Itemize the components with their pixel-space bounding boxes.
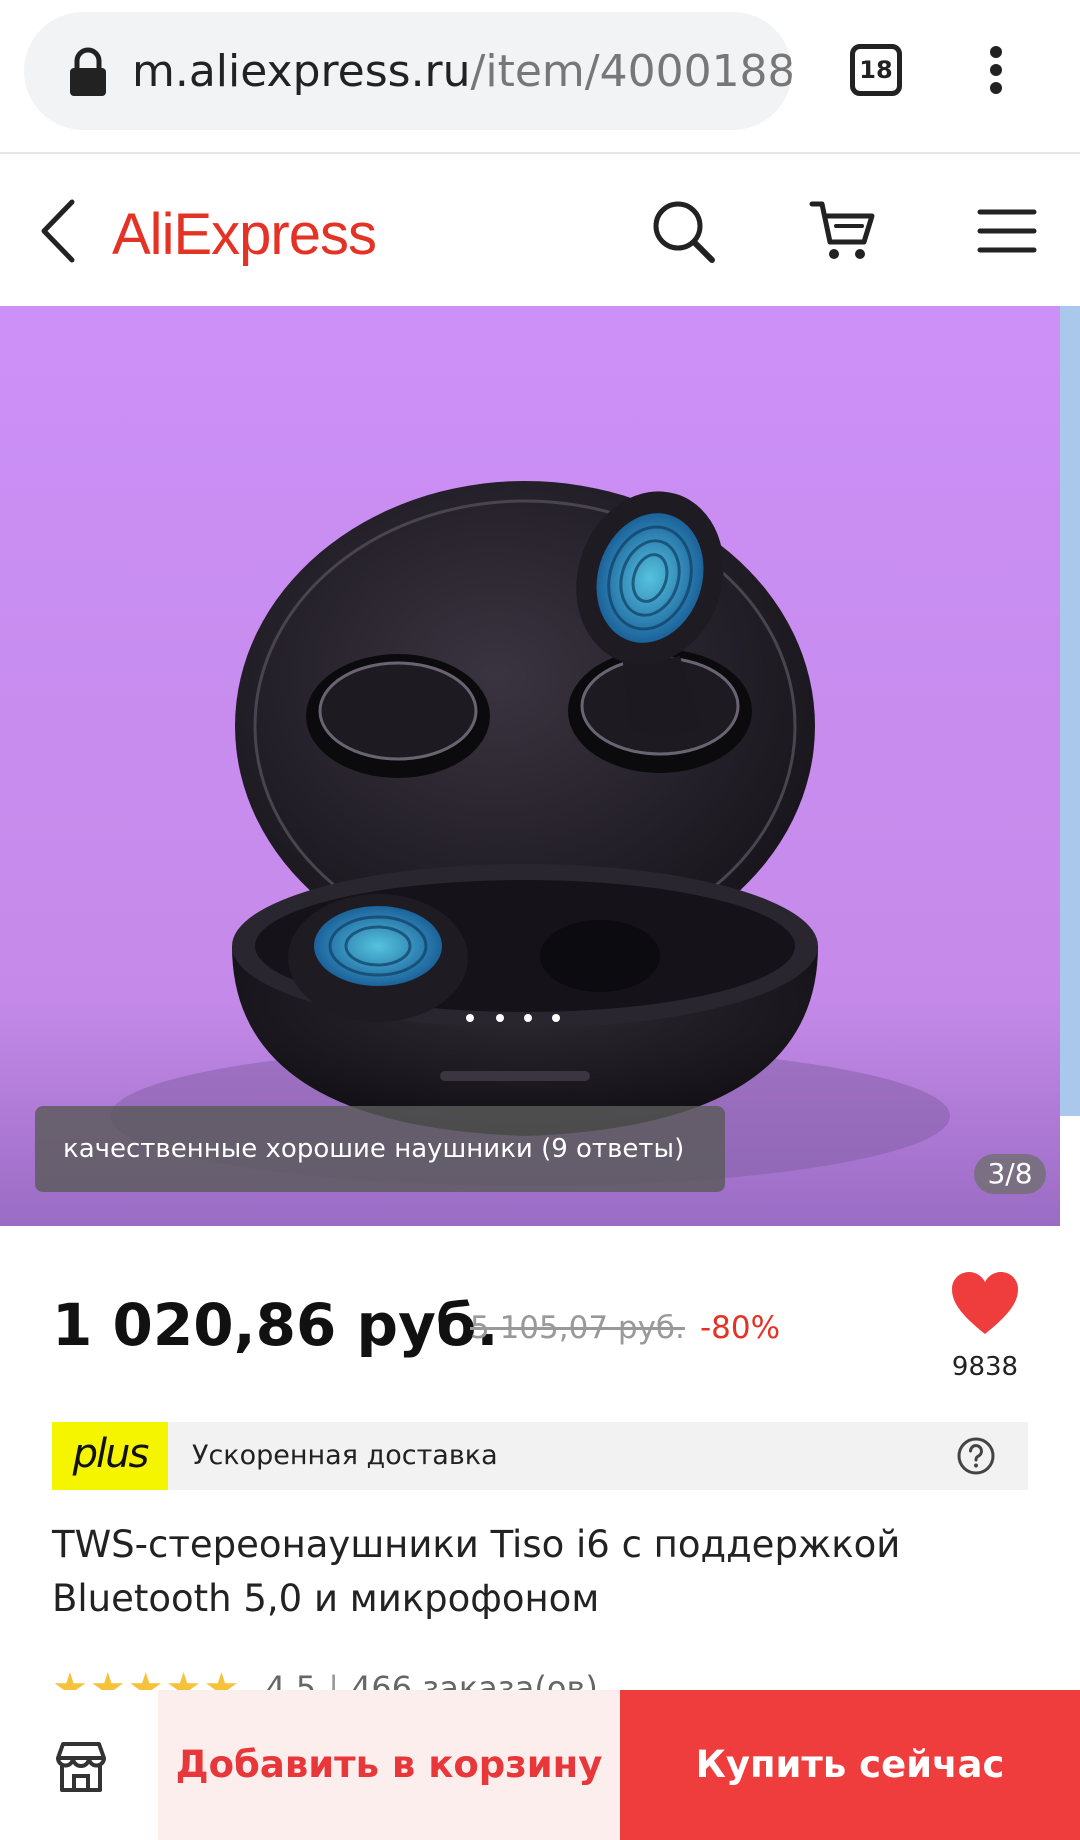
store-icon[interactable] (54, 1740, 108, 1794)
bottom-action-bar: Добавить в корзину Купить сейчас (0, 1690, 1080, 1840)
url-text[interactable]: m.aliexpress.ru/item/4000188 (132, 42, 792, 102)
plus-badge: plus (52, 1422, 168, 1490)
hamburger-menu-icon[interactable] (972, 196, 1042, 266)
app-header: AliExpress (0, 156, 1080, 306)
image-counter: 3/8 (974, 1154, 1046, 1194)
tab-switcher-icon[interactable]: 18 (850, 44, 902, 96)
help-icon[interactable] (956, 1436, 996, 1476)
product-image-gallery[interactable]: качественные хорошие наушники (9 ответы)… (0, 306, 1060, 1226)
cart-icon[interactable] (808, 196, 878, 266)
add-to-cart-button[interactable]: Добавить в корзину (158, 1690, 620, 1840)
product-image (0, 306, 1060, 1226)
url-host: m.aliexpress.ru (132, 46, 471, 97)
image-caption[interactable]: качественные хорошие наушники (9 ответы) (35, 1106, 725, 1192)
heart-icon (952, 1272, 1018, 1334)
url-path: /item/4000188 (470, 46, 792, 97)
address-bar[interactable]: m.aliexpress.ru/item/4000188 (24, 12, 792, 130)
kebab-menu-icon[interactable] (978, 40, 1014, 100)
next-image-peek[interactable] (1060, 306, 1080, 1116)
original-price: 5 105,07 руб. (470, 1310, 685, 1346)
wishlist-button[interactable]: 9838 (944, 1268, 1026, 1388)
aliexpress-logo[interactable]: AliExpress (112, 200, 377, 270)
search-icon[interactable] (648, 196, 718, 266)
buy-now-button[interactable]: Купить сейчас (620, 1690, 1080, 1840)
tab-count: 18 (859, 56, 893, 84)
plus-delivery-banner[interactable]: plus Ускоренная доставка (52, 1422, 1028, 1490)
lock-icon (70, 47, 106, 96)
back-arrow-icon[interactable] (30, 196, 90, 266)
current-price: 1 020,86 руб. (52, 1291, 499, 1359)
browser-toolbar: m.aliexpress.ru/item/4000188 18 (0, 0, 1080, 154)
discount-badge: -80% (700, 1310, 781, 1346)
delivery-text: Ускоренная доставка (192, 1440, 498, 1471)
product-title: TWS-стереонаушники Tiso i6 с поддержкой … (52, 1523, 901, 1620)
wishlist-count: 9838 (951, 1352, 1019, 1382)
